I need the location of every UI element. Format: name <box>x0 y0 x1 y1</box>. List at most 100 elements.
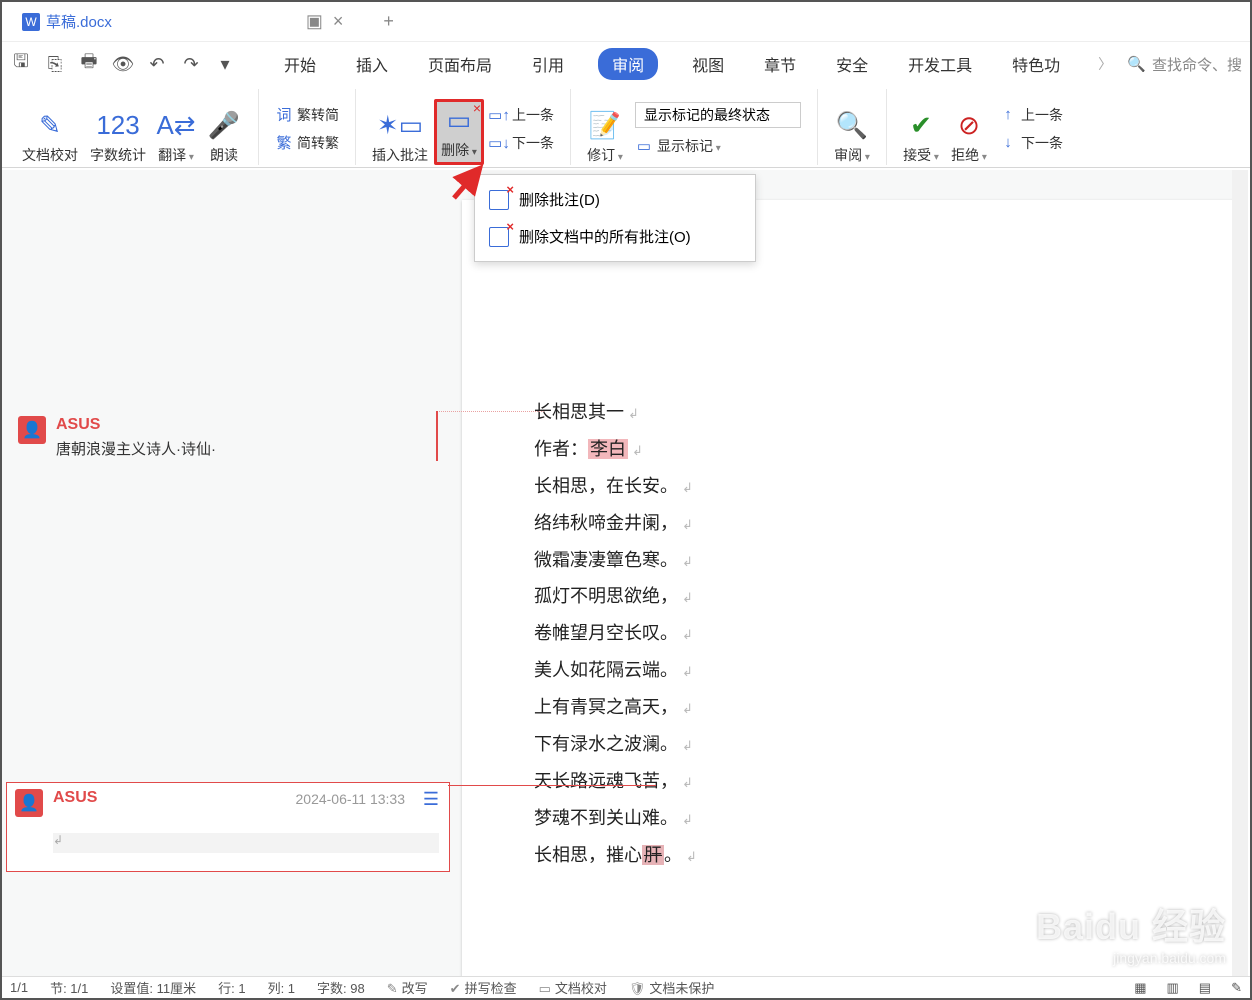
delete-comment-icon: ▭× <box>441 104 477 138</box>
comment-date: 2024-06-11 13:33 <box>296 791 406 807</box>
delete-all-comments-item[interactable]: 删除文档中的所有批注(O) <box>475 218 755 255</box>
avatar-icon: 👤 <box>15 789 43 817</box>
tab-developer[interactable]: 开发工具 <box>902 46 978 82</box>
tab-restore-icon[interactable]: ▣ <box>306 11 323 32</box>
comment-anchor-bar <box>436 411 438 461</box>
qat-more-icon[interactable]: ▾ <box>214 53 236 75</box>
proofing-icon: ✎ <box>32 109 68 143</box>
comment-balloon-2-active[interactable]: 👤 ASUS 2024-06-11 13:33 ☰ ↲ <box>6 782 450 872</box>
next-change-icon: ↓ <box>999 134 1017 152</box>
highlighted-author: 李白 <box>588 439 628 459</box>
status-proofing[interactable]: ▭文档校对 <box>539 978 607 997</box>
quick-access-toolbar: 🖫 ⎘ 🖶 👁 ↶ ↷ ▾ <box>10 53 236 75</box>
statusbar: 1/1 节: 1/1 设置值: 11厘米 行: 1 列: 1 字数: 98 ✎改… <box>2 976 1250 998</box>
save-icon[interactable]: 🖫 <box>10 53 32 75</box>
page: 长相思其一↲ 作者：李白↲ 长相思，在长安。↲ 络纬秋啼金井阑，↲ 微霜凄凄簟色… <box>462 200 1232 976</box>
save-as-icon[interactable]: ⎘ <box>44 53 66 75</box>
track-changes-button[interactable]: 📝 修订 <box>581 109 629 165</box>
document-tab[interactable]: W 草稿.docx <box>8 3 126 40</box>
proofing-button[interactable]: ✎ 文档校对 <box>16 109 84 165</box>
status-protect[interactable]: 🛡文档未保护 <box>629 978 715 997</box>
document-body[interactable]: 长相思其一↲ 作者：李白↲ 长相思，在长安。↲ 络纬秋啼金井阑，↲ 微霜凄凄簟色… <box>534 394 697 874</box>
delete-single-icon <box>489 190 509 210</box>
tab-new-icon[interactable]: + <box>383 11 394 32</box>
tab-security[interactable]: 安全 <box>830 46 874 82</box>
search-box[interactable]: 🔍 查找命令、搜 <box>1127 54 1242 75</box>
document-canvas[interactable]: 长相思其一↲ 作者：李白↲ 长相思，在长安。↲ 络纬秋啼金井阑，↲ 微霜凄凄簟色… <box>2 170 1232 976</box>
prev-comment-button[interactable]: ▭↑ 上一条 <box>490 105 554 125</box>
comment-leader-1 <box>436 411 544 412</box>
tab-section[interactable]: 章节 <box>758 46 802 82</box>
show-markup-icon: ▭ <box>635 137 653 155</box>
review-pane-icon: 🔍 <box>834 109 870 143</box>
search-placeholder: 查找命令、搜 <box>1152 54 1242 75</box>
avatar-icon: 👤 <box>18 416 46 444</box>
wordcount-button[interactable]: 123 字数统计 <box>84 109 152 165</box>
wordcount-icon: 123 <box>100 109 136 143</box>
delete-comment-button[interactable]: ▭× 删除 <box>434 99 484 165</box>
vertical-scrollbar[interactable] <box>1232 170 1248 976</box>
redo-icon[interactable]: ↷ <box>180 53 202 75</box>
trad-to-simp-button[interactable]: 词 繁转简 <box>275 105 339 125</box>
status-line[interactable]: 行: 1 <box>218 978 245 997</box>
tab-review[interactable]: 审阅 <box>598 48 658 80</box>
insert-comment-button[interactable]: ✶▭ 插入批注 <box>366 109 434 165</box>
status-section[interactable]: 节: 1/1 <box>50 978 88 997</box>
tracking-display-select[interactable]: 显示标记的最终状态 <box>635 102 801 128</box>
track-icon: 📝 <box>587 109 623 143</box>
next-change-button[interactable]: ↓ 下一条 <box>999 133 1063 153</box>
readaloud-button[interactable]: 🎤 朗读 <box>200 109 248 165</box>
watermark: Baidu 经验 jingyan.baidu.com <box>1036 898 1226 966</box>
status-setting[interactable]: 设置值: 11厘米 <box>110 978 196 997</box>
delete-comment-item[interactable]: 删除批注(D) <box>475 181 755 218</box>
tab-close-icon[interactable]: × <box>333 11 344 32</box>
translate-button[interactable]: A⇄ 翻译 <box>152 109 200 165</box>
undo-icon[interactable]: ↶ <box>146 53 168 75</box>
simp-to-trad-button[interactable]: 繁 简转繁 <box>275 133 339 153</box>
view-read-icon[interactable]: ✎ <box>1231 980 1242 996</box>
prev-change-button[interactable]: ↑ 上一条 <box>999 105 1063 125</box>
menu-tabs: 开始 插入 页面布局 引用 审阅 视图 章节 安全 开发工具 特色功 〉 <box>278 46 1116 82</box>
tab-insert[interactable]: 插入 <box>350 46 394 82</box>
trad-icon: 词 <box>275 106 293 124</box>
status-spellcheck[interactable]: ✔拼写检查 <box>450 978 517 997</box>
proof-icon: ▭ <box>539 981 551 996</box>
review-pane-button[interactable]: 🔍 审阅 <box>828 109 876 165</box>
show-markup-button[interactable]: ▭ 显示标记 <box>635 136 801 156</box>
delete-dropdown-menu: 删除批注(D) 删除文档中的所有批注(O) <box>474 174 756 262</box>
tab-special[interactable]: 特色功 <box>1006 46 1066 82</box>
prev-comment-icon: ▭↑ <box>490 106 508 124</box>
status-page[interactable]: 1/1 <box>10 980 28 995</box>
accept-button[interactable]: ✔ 接受 <box>897 109 945 165</box>
shield-icon: 🛡 <box>629 981 646 996</box>
comment-balloon-1[interactable]: 👤 ASUS 唐朝浪漫主义诗人·诗仙· <box>10 410 430 465</box>
comment-body: 唐朝浪漫主义诗人·诗仙· <box>56 438 420 459</box>
status-col[interactable]: 列: 1 <box>268 978 295 997</box>
mic-icon: 🎤 <box>206 109 242 143</box>
next-comment-button[interactable]: ▭↓ 下一条 <box>490 133 554 153</box>
ribbon: ✎ 文档校对 123 字数统计 A⇄ 翻译 🎤 朗读 词 繁转简 繁 简转繁 <box>2 86 1250 168</box>
delete-all-icon <box>489 227 509 247</box>
tab-view[interactable]: 视图 <box>686 46 730 82</box>
tab-filename: 草稿.docx <box>46 11 112 32</box>
view-print-layout-icon[interactable]: ▦ <box>1134 980 1146 996</box>
search-icon: 🔍 <box>1127 55 1146 73</box>
spellcheck-icon: ✔ <box>450 981 461 996</box>
status-words[interactable]: 字数: 98 <box>317 978 365 997</box>
status-overwrite[interactable]: ✎改写 <box>387 978 428 997</box>
comment-leader-2 <box>448 785 656 786</box>
tab-page-layout[interactable]: 页面布局 <box>422 46 498 82</box>
menubar: 🖫 ⎘ 🖶 👁 ↶ ↷ ▾ 开始 插入 页面布局 引用 审阅 视图 章节 安全 … <box>2 42 1250 86</box>
tab-home[interactable]: 开始 <box>278 46 322 82</box>
view-outline-icon[interactable]: ▥ <box>1167 980 1179 996</box>
view-web-icon[interactable]: ▤ <box>1199 980 1211 996</box>
print-preview-icon[interactable]: 👁 <box>112 53 134 75</box>
comment-menu-icon[interactable]: ☰ <box>423 789 439 810</box>
print-icon[interactable]: 🖶 <box>78 53 100 75</box>
tabs-scroll-right-icon[interactable]: 〉 <box>1094 54 1116 74</box>
reject-button[interactable]: ⊘ 拒绝 <box>945 109 993 165</box>
comment-input[interactable]: ↲ <box>53 833 439 853</box>
doc-icon: W <box>22 13 40 31</box>
tab-citations[interactable]: 引用 <box>526 46 570 82</box>
prev-change-icon: ↑ <box>999 106 1017 124</box>
